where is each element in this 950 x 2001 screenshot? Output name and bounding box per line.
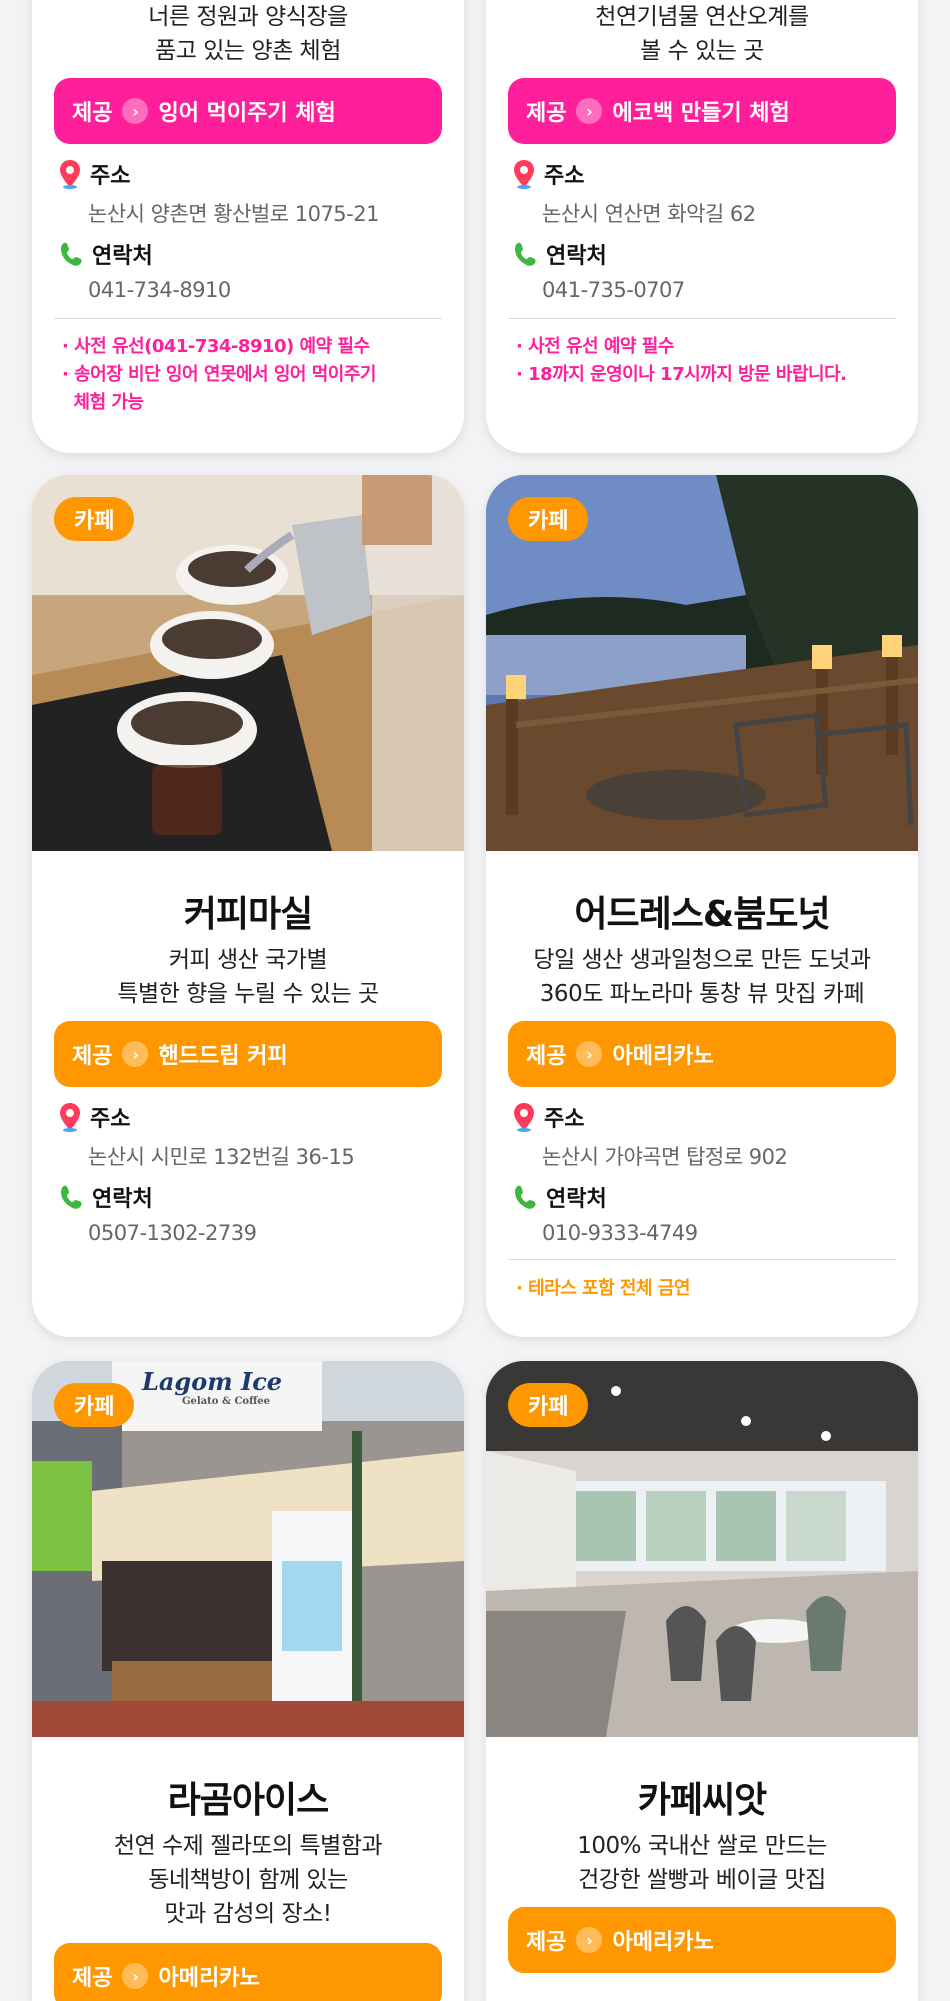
address-value: 논산시 가야곡면 탑정로 902 — [542, 1145, 788, 1169]
address-label: 주소 — [544, 1107, 585, 1132]
cafe-name: 어드레스&붐도넛 — [574, 894, 830, 935]
chevron-right-icon: › — [576, 98, 603, 124]
phone-value[interactable]: 010-9333-4749 — [542, 1221, 698, 1245]
chevron-right-icon: › — [576, 1927, 603, 1953]
cafe-photo: Lagom Ice Gelato & Coffee 카페 — [32, 1361, 464, 1737]
provide-button[interactable]: 제공 › 잉어 먹이주기 체험 — [54, 78, 442, 144]
cafe-card-address-boom-donut[interactable]: 카페 어드레스&붐도넛 당일 생산 생과일청으로 만든 도넛과 360도 파노라… — [486, 475, 918, 1337]
chevron-right-icon: › — [122, 1963, 149, 1989]
address-row: 주소 — [512, 1101, 584, 1133]
category-tag: 카페 — [54, 497, 135, 541]
card-description: 천연 수제 젤라또의 특별함과 동네책방이 함께 있는 맛과 감성의 장소! — [113, 1833, 383, 1927]
provide-button[interactable]: 제공 › 아메리카노 — [508, 1021, 896, 1087]
address-label: 주소 — [544, 164, 585, 189]
map-pin-icon — [514, 160, 534, 189]
card-description: 당일 생산 생과일청으로 만든 도넛과 360도 파노라마 통창 뷰 맛집 카페 — [533, 947, 871, 1007]
notice-text: · 사전 유선(041-734-8910) 예약 필수 · 송어장 비단 잉어 … — [62, 336, 376, 413]
cafe-photo: 카페 — [486, 475, 918, 851]
category-tag: 카페 — [508, 497, 589, 541]
chevron-right-icon: › — [122, 98, 149, 124]
contact-row: 연락처 — [512, 1181, 607, 1213]
phone-icon — [61, 242, 82, 266]
divider — [508, 1259, 896, 1260]
category-tag: 카페 — [508, 1383, 589, 1427]
contact-row: 연락처 — [512, 238, 607, 270]
address-label: 주소 — [90, 164, 131, 189]
phone-icon — [61, 1185, 82, 1209]
address-value: 논산시 시민로 132번길 36-15 — [88, 1145, 355, 1169]
phone-value[interactable]: 041-735-0707 — [542, 278, 685, 302]
cafe-name: 라곰아이스 — [167, 1780, 330, 1821]
provide-button[interactable]: 제공 › 핸드드립 커피 — [54, 1021, 442, 1087]
contact-row: 연락처 — [58, 238, 153, 270]
divider — [54, 318, 442, 319]
card-description: 천연기념물 연산오계를 볼 수 있는 곳 — [595, 4, 809, 64]
contact-label: 연락처 — [92, 244, 153, 269]
cafe-photo: 카페 — [486, 1361, 918, 1737]
cafe-card-coffee-masil[interactable]: 카페 커피마실 커피 생산 국가별 특별한 향을 누릴 수 있는 곳 제공 › … — [32, 475, 464, 1337]
contact-label: 연락처 — [92, 1187, 153, 1212]
map-pin-icon — [60, 160, 80, 189]
map-pin-icon — [60, 1103, 80, 1132]
lagom-ice-sign: Lagom Ice Gelato & Coffee — [142, 1367, 283, 1407]
map-pin-icon — [514, 1103, 534, 1132]
card-description: 100% 국내산 쌀로 만드는 건강한 쌀빵과 베이글 맛집 — [577, 1833, 827, 1893]
experience-card-yeonsan: 천연기념물 연산오계를 볼 수 있는 곳 제공 › 에코백 만들기 체험 주소 … — [486, 0, 918, 453]
provide-button[interactable]: 제공 › 아메리카노 — [508, 1907, 896, 1973]
address-value: 논산시 양촌면 황산벌로 1075-21 — [88, 202, 379, 226]
cafe-photo: 카페 — [32, 475, 464, 851]
cafe-card-cafe-ssiat[interactable]: 카페 카페씨앗 100% 국내산 쌀로 만드는 건강한 쌀빵과 베이글 맛집 제… — [486, 1361, 918, 2001]
phone-icon — [515, 1185, 536, 1209]
address-label: 주소 — [90, 1107, 131, 1132]
category-tag: 카페 — [54, 1383, 135, 1427]
address-row: 주소 — [58, 1101, 130, 1133]
contact-label: 연락처 — [546, 1187, 607, 1212]
cafe-name: 커피마실 — [183, 894, 313, 935]
notice-text: · 테라스 포함 전체 금연 — [516, 1278, 690, 1299]
cafe-name: 카페씨앗 — [637, 1780, 767, 1821]
provide-button[interactable]: 제공 › 에코백 만들기 체험 — [508, 78, 896, 144]
phone-icon — [515, 242, 536, 266]
chevron-right-icon: › — [576, 1041, 603, 1067]
card-description: 너른 정원과 양식장을 품고 있는 양촌 체험 — [148, 4, 348, 64]
contact-label: 연락처 — [546, 244, 607, 269]
divider — [508, 318, 896, 319]
card-description: 커피 생산 국가별 특별한 향을 누릴 수 있는 곳 — [117, 947, 379, 1007]
provide-button[interactable]: 제공 › 아메리카노 — [54, 1943, 442, 2001]
address-value: 논산시 연산면 화악길 62 — [542, 202, 756, 226]
phone-value[interactable]: 041-734-8910 — [88, 278, 231, 302]
chevron-right-icon: › — [122, 1041, 149, 1067]
experience-card-yangchon: 너른 정원과 양식장을 품고 있는 양촌 체험 제공 › 잉어 먹이주기 체험 … — [32, 0, 464, 453]
cafe-card-lagom-ice[interactable]: Lagom Ice Gelato & Coffee 카페 라곰아이스 천연 수제… — [32, 1361, 464, 2001]
phone-value[interactable]: 0507-1302-2739 — [88, 1221, 257, 1245]
address-row: 주소 — [58, 158, 130, 190]
notice-text: · 사전 유선 예약 필수 · 18까지 운영이나 17시까지 방문 바랍니다. — [516, 336, 847, 385]
contact-row: 연락처 — [58, 1181, 153, 1213]
address-row: 주소 — [512, 158, 584, 190]
